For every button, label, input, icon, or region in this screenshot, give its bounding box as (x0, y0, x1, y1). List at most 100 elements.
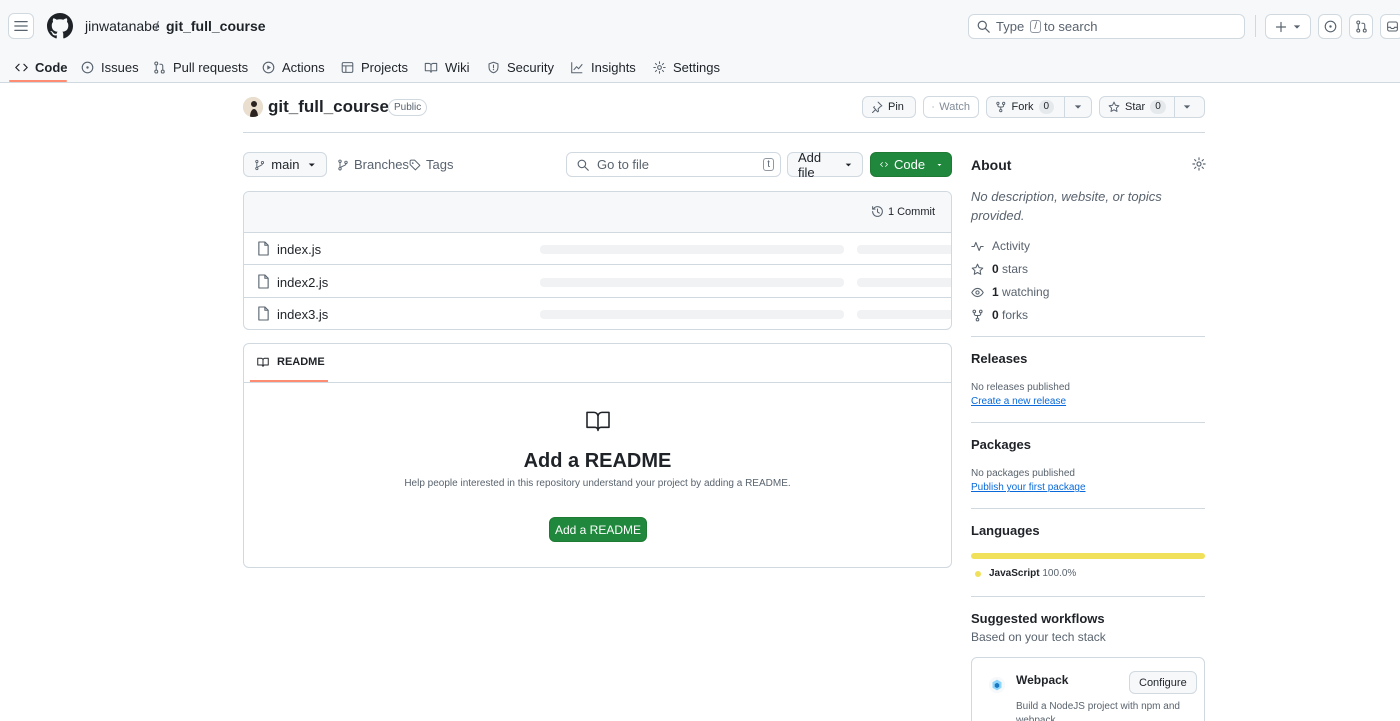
code-icon (880, 162, 888, 167)
search-icon (577, 159, 589, 171)
shield-icon (488, 61, 499, 73)
activity-link[interactable]: Activity (971, 239, 1030, 253)
code-button[interactable]: Code (870, 152, 952, 177)
file-row[interactable]: index2.js (244, 266, 951, 298)
tab-settings[interactable]: Settings (653, 52, 720, 82)
activity-label: Activity (992, 239, 1031, 253)
sidebar-divider (971, 422, 1205, 423)
star-button[interactable]: Star 0 (1099, 96, 1205, 118)
go-to-file-input[interactable]: Go to file t (566, 152, 781, 177)
add-file-button[interactable]: Add file (787, 149, 863, 180)
github-logo-icon[interactable] (47, 13, 73, 39)
add-readme-label: Add a README (554, 522, 642, 537)
owner-avatar[interactable] (243, 97, 263, 117)
issues-button[interactable] (1318, 14, 1342, 39)
gear-icon[interactable] (1192, 157, 1206, 171)
add-file-label: Add file (798, 149, 822, 180)
workflow-card: Webpack Configure Build a NodeJS project… (971, 657, 1205, 721)
tab-label: Insights (591, 59, 636, 75)
create-release-link[interactable]: Create a new release (971, 396, 1066, 407)
configure-button[interactable]: Configure (1129, 671, 1197, 694)
file-name[interactable]: index3.js (277, 307, 328, 322)
readme-empty-title: Add a README (523, 450, 672, 472)
branches-link[interactable]: Branches (337, 157, 409, 172)
publish-package-link[interactable]: Publish your first package (971, 482, 1086, 493)
forks-link[interactable]: 0 forks (971, 308, 1028, 322)
star-dropdown[interactable] (1173, 97, 1200, 117)
releases-empty: No releases published (971, 382, 1070, 393)
pulse-icon (971, 241, 984, 251)
tab-projects[interactable]: Projects (341, 52, 408, 82)
stars-link[interactable]: 0 stars (971, 262, 1028, 276)
tab-wiki[interactable]: Wiki (424, 52, 470, 82)
readme-tabbar: README (244, 344, 951, 383)
eye-icon (932, 106, 935, 108)
tab-insights[interactable]: Insights (570, 52, 636, 82)
workflows-subheading: Based on your tech stack (971, 630, 1106, 644)
tags-link[interactable]: Tags (409, 157, 453, 172)
commit-date-placeholder (857, 245, 951, 254)
file-name[interactable]: index.js (277, 242, 321, 257)
pull-requests-button[interactable] (1349, 14, 1373, 39)
title-divider (243, 132, 1205, 133)
book-icon (586, 411, 610, 432)
pin-label: Pin (888, 101, 904, 113)
go-to-file-placeholder: Go to file (597, 157, 650, 172)
hamburger-icon (14, 20, 28, 32)
fork-label: Fork (1011, 101, 1034, 113)
plus-icon (1275, 21, 1287, 32)
tab-issues[interactable]: Issues (81, 52, 139, 82)
watch-button[interactable]: Watch (923, 96, 979, 118)
breadcrumb-repo[interactable]: git_full_course (166, 18, 266, 34)
create-new-button[interactable] (1265, 14, 1311, 39)
file-row[interactable]: index3.js (244, 298, 951, 329)
repo-title[interactable]: git_full_course (268, 97, 389, 117)
configure-label: Configure (1139, 676, 1187, 689)
star-icon (1108, 101, 1120, 112)
tab-label: Wiki (445, 59, 470, 75)
file-list: 1 Commit index.js index2.js index3.js (243, 191, 952, 330)
file-name[interactable]: index2.js (277, 275, 328, 290)
packages-heading[interactable]: Packages (971, 437, 1031, 452)
forks-count: 0 (992, 308, 999, 322)
language-item[interactable]: JavaScript 100.0% (975, 568, 1076, 579)
branch-icon (338, 159, 348, 170)
watching-link[interactable]: 1 watching (971, 285, 1049, 299)
branch-selector[interactable]: main (243, 152, 327, 177)
stars-label: stars (1002, 262, 1029, 276)
inbox-button[interactable] (1380, 14, 1400, 39)
tab-code[interactable]: Code (15, 52, 68, 82)
languages-heading: Languages (971, 523, 1040, 538)
commit-message-placeholder (540, 278, 844, 287)
file-row[interactable]: index.js (244, 233, 951, 265)
code-icon (15, 63, 28, 71)
commit-count: 1 Commit (887, 205, 935, 218)
graph-icon (571, 61, 583, 73)
sidebar-divider (971, 508, 1205, 509)
star-count: 0 (1150, 100, 1166, 114)
language-name: JavaScript (989, 568, 1040, 579)
menu-button[interactable] (8, 13, 34, 39)
breadcrumb-owner[interactable]: jinwatanabe (85, 18, 160, 34)
branch-name: main (271, 157, 300, 172)
gear-icon (653, 60, 666, 74)
workflow-name: Webpack (1016, 673, 1069, 687)
commits-link[interactable]: 1 Commit (871, 205, 935, 218)
tab-pull-requests[interactable]: Pull requests (153, 52, 248, 82)
releases-heading[interactable]: Releases (971, 351, 1027, 366)
readme-tab[interactable]: README (256, 356, 325, 368)
search-suffix: to search (1043, 19, 1098, 34)
packages-empty: No packages published (971, 468, 1075, 479)
chevron-down-icon (937, 163, 942, 166)
pin-button[interactable]: Pin (862, 96, 916, 118)
file-icon (258, 306, 269, 321)
fork-dropdown[interactable] (1064, 97, 1091, 117)
tab-security[interactable]: Security (487, 52, 554, 82)
eye-icon (971, 287, 984, 297)
fork-button[interactable]: Fork 0 (986, 96, 1092, 118)
add-readme-button[interactable]: Add a README (549, 517, 647, 542)
search-input[interactable]: Type / to search (968, 14, 1245, 39)
pull-request-icon (154, 60, 165, 74)
tab-label: Security (507, 59, 554, 75)
tab-actions[interactable]: Actions (262, 52, 325, 82)
